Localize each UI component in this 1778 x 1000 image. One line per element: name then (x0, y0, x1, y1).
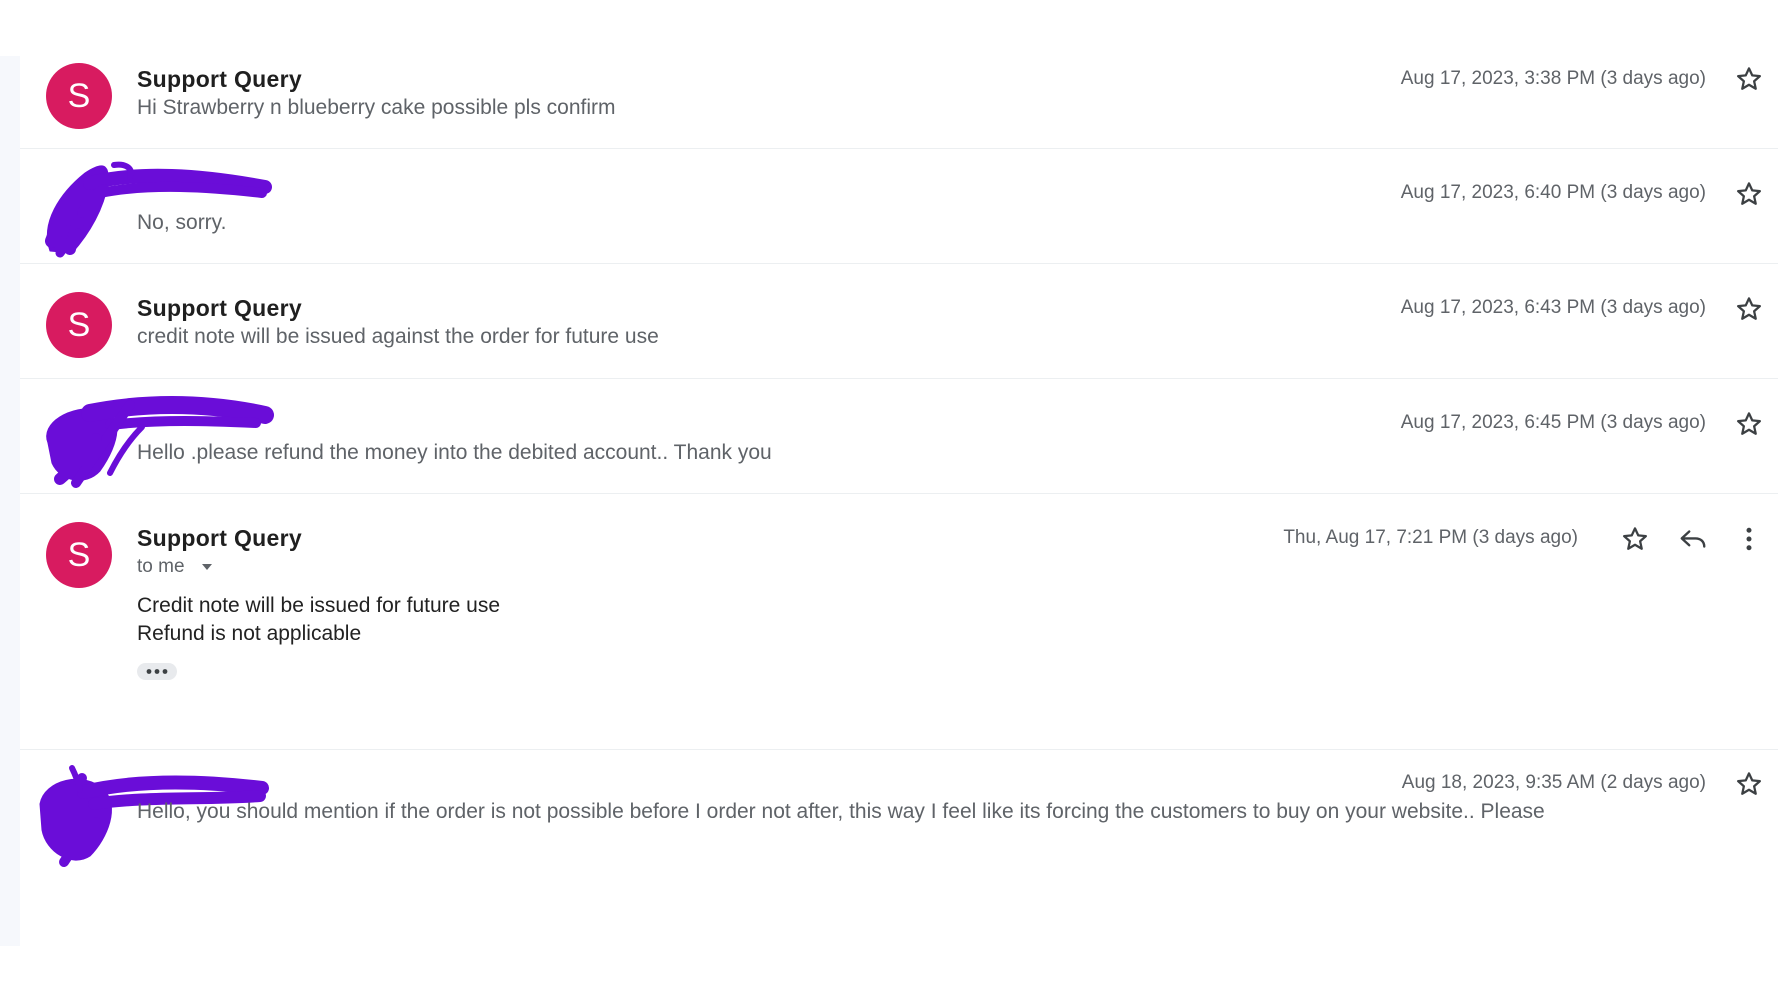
message-date: Aug 17, 2023, 6:40 PM (3 days ago) (1400, 182, 1706, 203)
sender-name: Support Query (137, 525, 302, 551)
left-gutter (0, 56, 20, 946)
message-snippet: No, sorry. (137, 211, 227, 234)
sender-name: Support Query (137, 295, 302, 321)
star-icon[interactable] (1734, 179, 1764, 209)
message-expanded: S Support Query to me Thu, Aug 17, 7:21 … (20, 494, 1778, 750)
message-collapsed[interactable]: S Support Query Hi Strawberry n blueberr… (20, 56, 1778, 149)
message-snippet: Hello .please refund the money into the … (137, 441, 772, 464)
message-date: Thu, Aug 17, 7:21 PM (3 days ago) (1283, 527, 1578, 548)
star-icon[interactable] (1734, 409, 1764, 439)
message-date: Aug 17, 2023, 6:43 PM (3 days ago) (1400, 297, 1706, 318)
star-icon[interactable] (1734, 769, 1764, 799)
message-snippet: Hello, you should mention if the order i… (137, 800, 1545, 823)
avatar: S (46, 63, 112, 129)
sender-name: Support Query (137, 66, 302, 92)
message-collapsed[interactable]: S Support Query credit note will be issu… (20, 264, 1778, 379)
email-thread: S Support Query Hi Strawberry n blueberr… (0, 56, 1778, 946)
message-collapsed[interactable]: Hello .please refund the money into the … (20, 379, 1778, 494)
more-vert-icon[interactable] (1734, 524, 1764, 554)
message-date: Aug 17, 2023, 6:45 PM (3 days ago) (1400, 412, 1706, 433)
caret-down-icon (201, 563, 212, 570)
avatar: S (46, 522, 112, 588)
avatar: S (46, 292, 112, 358)
star-icon[interactable] (1734, 64, 1764, 94)
message-snippet: credit note will be issued against the o… (137, 325, 659, 348)
message-date: Aug 18, 2023, 9:35 AM (2 days ago) (1401, 772, 1706, 793)
message-collapsed[interactable]: No, sorry. Aug 17, 2023, 6:40 PM (3 days… (20, 149, 1778, 264)
message-body-line: Credit note will be issued for future us… (137, 594, 501, 617)
message-date: Aug 17, 2023, 3:38 PM (3 days ago) (1400, 68, 1706, 89)
message-snippet: Hi Strawberry n blueberry cake possible … (137, 96, 616, 119)
star-icon[interactable] (1620, 524, 1650, 554)
show-trimmed-content-button[interactable] (137, 663, 177, 680)
message-collapsed[interactable]: Hello, you should mention if the order i… (20, 750, 1778, 868)
redaction-scribble (46, 396, 274, 488)
recipient-label: to me (137, 556, 185, 577)
message-body-line: Refund is not applicable (137, 622, 362, 645)
reply-icon[interactable] (1678, 524, 1708, 554)
redaction-scribble (45, 161, 272, 258)
ellipsis-icon (146, 669, 168, 674)
recipient-details-toggle[interactable]: to me (137, 556, 214, 578)
star-icon[interactable] (1734, 294, 1764, 324)
